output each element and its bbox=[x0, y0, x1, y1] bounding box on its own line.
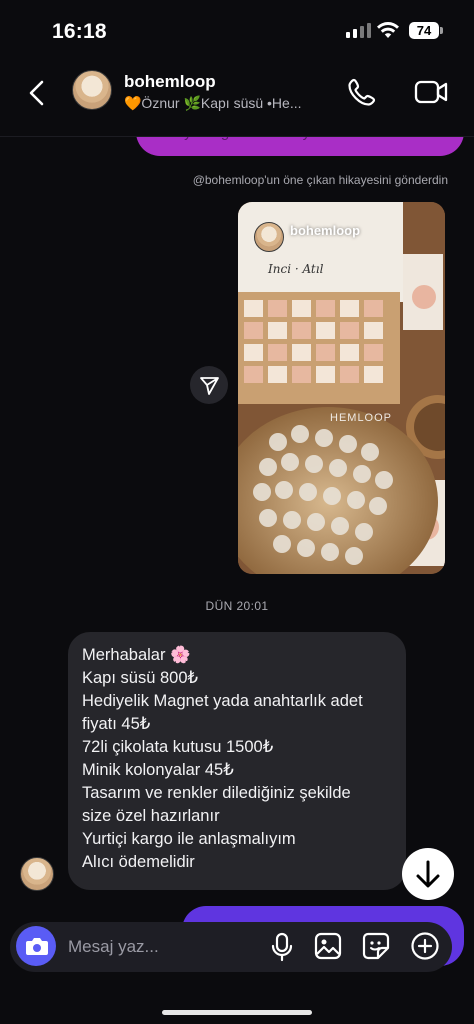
story-account-avatar bbox=[254, 222, 284, 252]
message-input[interactable]: Mesaj yaz... bbox=[68, 937, 159, 957]
battery-icon bbox=[440, 27, 443, 34]
share-button[interactable] bbox=[190, 366, 228, 404]
status-bar: 16:18 74 bbox=[0, 0, 474, 62]
send-icon bbox=[200, 377, 219, 395]
battery-level: 74 bbox=[409, 22, 439, 39]
video-camera-icon[interactable] bbox=[414, 77, 448, 107]
message-line: fiyatı 45₺ bbox=[82, 715, 151, 733]
wifi-icon bbox=[377, 22, 399, 38]
camera-button[interactable] bbox=[16, 926, 56, 966]
contact-bio: 🧡Öznur 🌿Kapı süsü •He... bbox=[124, 95, 302, 111]
cellular-signal-icon bbox=[346, 23, 371, 38]
message-line: Minik kolonyalar 45₺ bbox=[82, 761, 234, 779]
story-account-name: bohemloop bbox=[290, 223, 361, 238]
shared-story-image[interactable]: bohemloop Inci · Atıl HEMLOOP bbox=[238, 202, 445, 574]
message-line: Kapı süsü 800₺ bbox=[82, 669, 198, 687]
microphone-icon[interactable] bbox=[269, 932, 295, 962]
scroll-to-bottom-button[interactable] bbox=[402, 848, 454, 900]
story-photo bbox=[238, 202, 445, 574]
date-divider: DÜN 20:01 bbox=[205, 599, 269, 613]
plus-circle-icon[interactable] bbox=[410, 931, 440, 961]
story-reply-note: @bohemloop'un öne çıkan hikayesini gönde… bbox=[192, 173, 448, 187]
message-text: Merhabalar 🌸 Kapı süsü 800₺ Hediyelik Magn… bbox=[68, 632, 406, 874]
story-watermark: HEMLOOP bbox=[330, 412, 393, 424]
message-line: Hediyelik Magnet yada anahtarlık adet bbox=[82, 692, 363, 710]
message-line: Alıcı ödemelidir bbox=[82, 853, 195, 871]
message-line: size özel hazırlanır bbox=[82, 807, 220, 825]
sender-avatar[interactable] bbox=[20, 857, 54, 891]
image-icon[interactable] bbox=[314, 932, 342, 960]
camera-icon bbox=[26, 938, 48, 955]
phone-icon[interactable] bbox=[346, 76, 378, 108]
message-line: Merhabalar 🌸 bbox=[82, 646, 191, 664]
message-line: Yurtiçi kargo ile anlaşmalıyım bbox=[82, 830, 296, 848]
received-message-bubble[interactable]: Merhabalar 🌸 Kapı süsü 800₺ Hediyelik Magn… bbox=[68, 632, 406, 890]
chevron-left-icon[interactable] bbox=[24, 78, 52, 108]
contact-avatar[interactable] bbox=[72, 70, 112, 110]
sticker-icon[interactable] bbox=[362, 932, 390, 960]
arrow-down-icon bbox=[416, 860, 440, 888]
home-indicator bbox=[162, 1010, 312, 1015]
message-line: 72li çikolata kutusu 1500₺ bbox=[82, 738, 274, 756]
story-box-names: Inci · Atıl bbox=[268, 262, 324, 276]
contact-name[interactable]: bohemloop bbox=[124, 72, 216, 92]
status-time: 16:18 bbox=[52, 20, 107, 43]
message-line: Tasarım ve renkler dilediğiniz şekilde bbox=[82, 784, 351, 802]
